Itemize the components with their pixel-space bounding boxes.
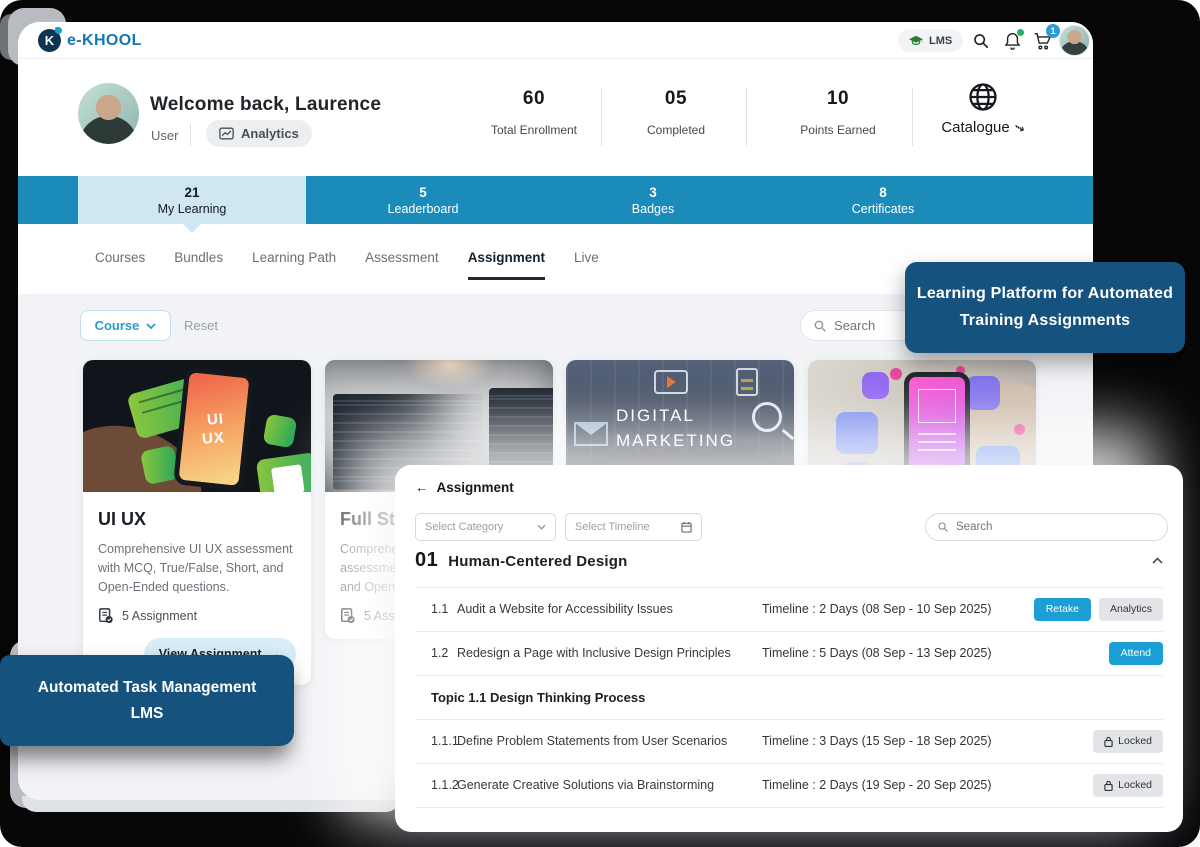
assignment-row-1-1-1: 1.1.1 Define Problem Statements from Use… [415,719,1163,763]
brand-logo[interactable]: K e-KHOOL [38,29,142,52]
catalogue-arrow-icon: ⇝ [1011,118,1028,137]
notifications-icon[interactable] [1001,30,1023,52]
subtab-assignment[interactable]: Assignment [468,250,545,280]
subtab-live[interactable]: Live [574,250,599,280]
category-select[interactable]: Select Category [415,513,556,541]
lock-icon [1104,736,1113,747]
retake-button[interactable]: Retake [1034,598,1091,621]
sub-tab-bar: Courses Bundles Learning Path Assessment… [95,250,599,280]
course-title: UI UX [98,509,296,530]
assignment-row-1-1: 1.1 Audit a Website for Accessibility Is… [415,587,1163,631]
divider [912,88,913,146]
document-icon [736,368,758,396]
assignment-search[interactable] [925,513,1168,541]
chart-icon [219,127,234,140]
subtab-bundles[interactable]: Bundles [174,250,223,280]
assignment-row-1-2: 1.2 Redesign a Page with Inclusive Desig… [415,631,1163,675]
search-input[interactable] [956,521,1136,533]
assignment-back-button[interactable]: ← Assignment [415,480,514,495]
globe-icon [968,82,998,112]
timeline-select[interactable]: Select Timeline [565,513,702,541]
search-icon[interactable] [970,30,992,52]
assignment-row-1-1-2: 1.1.2 Generate Creative Solutions via Br… [415,763,1163,807]
brand-name: e-KHOOL [67,32,142,50]
active-tab-notch [183,224,201,233]
tab-leaderboard[interactable]: 5 Leaderboard [308,176,538,224]
tab-my-learning[interactable]: 21 My Learning [78,176,306,224]
subtab-learning-path[interactable]: Learning Path [252,250,336,280]
lms-badge[interactable]: LMS [898,29,963,52]
assignment-icon [340,608,356,624]
lock-icon [1104,780,1113,791]
section-header: 01 Human-Centered Design [415,549,627,572]
stat-completed: 05Completed [601,88,751,137]
cart-count-badge: 1 [1046,24,1060,38]
brand-icon: K [38,29,61,52]
topbar: K e-KHOOL LMS 1 [18,22,1093,59]
assignment-count: 5 Assignment [122,609,197,623]
locked-button[interactable]: Locked [1093,730,1163,753]
analytics-button[interactable]: Analytics [1099,598,1163,621]
assignment-icon [98,608,114,624]
assignment-panel: ← Assignment Select Category Select Time… [395,465,1183,832]
tab-badges[interactable]: 3 Badges [538,176,768,224]
tab-certificates[interactable]: 8 Certificates [768,176,998,224]
magnifier-icon [752,402,782,432]
main-tab-bar: 21 My Learning 5 Leaderboard 3 Badges 8 … [18,176,1093,224]
course-card-uiux[interactable]: UIUX UI UX Comprehensive UI UX assessmen… [83,360,311,685]
stat-points-earned: 10Points Earned [763,88,913,137]
notification-dot [1017,29,1024,36]
course-description: Comprehensive UI UX assessment with MCQ,… [98,540,296,596]
search-icon [937,521,949,533]
welcome-greeting: Welcome back, Laurence [150,94,381,116]
cart-icon[interactable]: 1 [1031,30,1053,52]
reset-button[interactable]: Reset [184,318,218,333]
chevron-down-icon [146,323,156,329]
analytics-button[interactable]: Analytics [206,120,312,147]
course-card-image: UIUX [83,360,311,492]
topic-header: Topic 1.1 Design Thinking Process [431,675,1163,719]
subtab-assessment[interactable]: Assessment [365,250,439,280]
stat-total-enrollment: 60Total Enrollment [459,88,609,137]
envelope-icon [574,422,608,446]
divider [415,807,1163,808]
callout-learning-platform: Learning Platform for Automated Training… [905,262,1185,353]
play-icon [654,370,688,394]
graduation-cap-icon [909,35,923,46]
calendar-icon [681,521,692,533]
callout-task-management: Automated Task Management LMS [0,655,294,746]
topbar-avatar[interactable] [1059,25,1090,56]
chevron-down-icon [537,524,546,530]
divider [746,88,747,146]
user-avatar [78,83,139,144]
search-icon [813,319,827,333]
catalogue-link[interactable]: Catalogue⇝ [918,82,1048,137]
attend-button[interactable]: Attend [1109,642,1163,665]
user-role: User [151,128,178,143]
collapse-chevron-icon[interactable] [1152,557,1163,564]
subtab-courses[interactable]: Courses [95,250,145,280]
back-arrow-icon: ← [415,480,429,495]
locked-button[interactable]: Locked [1093,774,1163,797]
divider [190,124,191,146]
course-filter-dropdown[interactable]: Course [80,310,171,341]
